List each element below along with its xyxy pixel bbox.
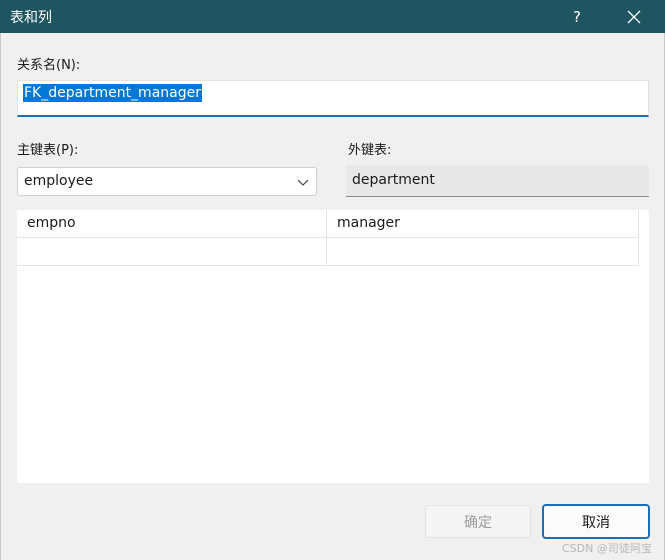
- columns-grid: empno manager: [17, 210, 649, 483]
- foreign-table-field: department: [346, 165, 649, 197]
- help-button[interactable]: ?: [560, 0, 594, 33]
- grid-divider: [638, 210, 639, 266]
- primary-table-selected: employee: [24, 173, 94, 189]
- cancel-button[interactable]: 取消: [542, 504, 650, 539]
- relationship-name-value: FK_department_manager: [23, 84, 202, 102]
- foreign-table-value: department: [352, 172, 435, 188]
- foreign-table-label: 外键表:: [348, 143, 392, 158]
- primary-table-label: 主键表(P):: [17, 143, 79, 158]
- grid-row: [17, 238, 639, 266]
- close-icon: [627, 10, 641, 23]
- relationship-name-input[interactable]: FK_department_manager: [17, 80, 649, 117]
- title-bar: 表和列 ?: [0, 0, 665, 33]
- relationship-name-label: 关系名(N):: [17, 58, 81, 73]
- primary-column-cell[interactable]: [17, 238, 327, 266]
- grid-row: empno manager: [17, 210, 639, 238]
- foreign-column-cell[interactable]: manager: [327, 210, 639, 238]
- watermark: CSDN @司徒阿宝: [562, 542, 652, 555]
- primary-column-cell[interactable]: empno: [17, 210, 327, 238]
- foreign-column-cell[interactable]: [327, 238, 639, 266]
- cancel-button-label: 取消: [582, 514, 610, 531]
- chevron-down-icon: [297, 179, 309, 186]
- ok-button-label: 确定: [464, 514, 492, 531]
- ok-button[interactable]: 确定: [425, 505, 531, 538]
- close-button[interactable]: [612, 0, 656, 33]
- window-title: 表和列: [10, 10, 52, 26]
- help-icon: ?: [573, 7, 581, 26]
- primary-table-dropdown[interactable]: employee: [17, 167, 317, 196]
